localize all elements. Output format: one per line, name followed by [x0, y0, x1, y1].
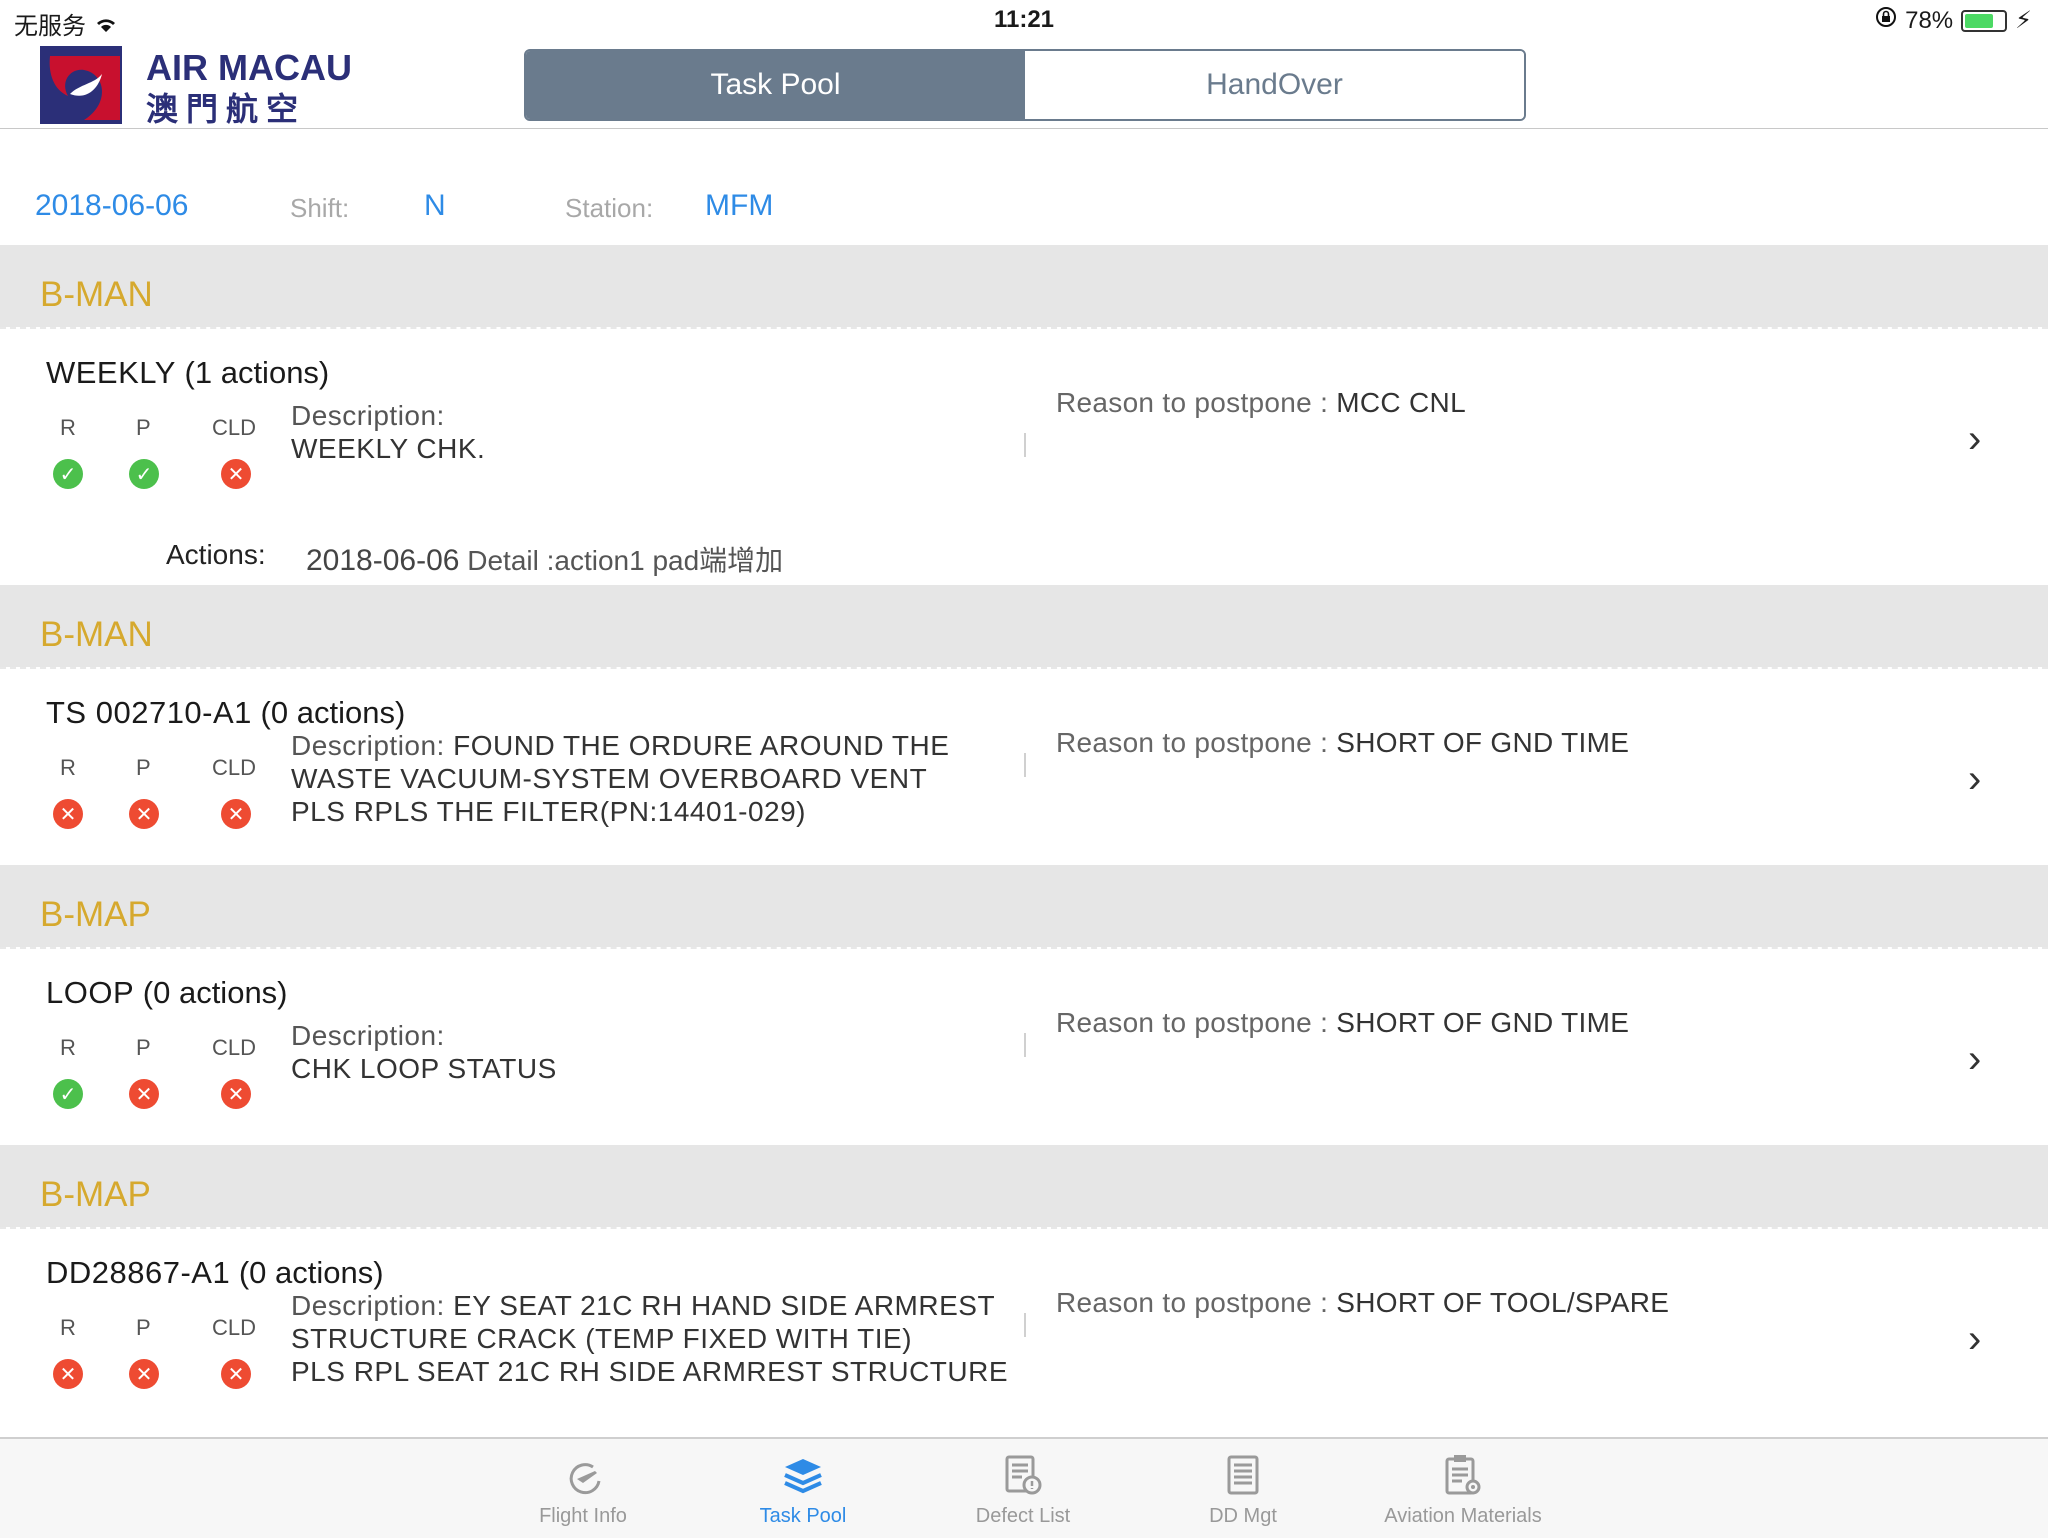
layers-icon [783, 1453, 823, 1497]
task-card[interactable]: TS 002710-A1 (0 actions) R P CLD ✕ ✕ ✕ D… [0, 669, 2048, 865]
error-icon: ✕ [221, 459, 251, 489]
column-divider [1024, 1033, 1026, 1057]
station-label: Station: [565, 193, 654, 223]
charging-icon: ⚡ [2015, 7, 2032, 34]
chevron-right-icon[interactable]: › [1968, 1317, 1981, 1362]
svg-text:澳門航空: 澳門航空 [146, 90, 306, 126]
cld-label: CLD [212, 755, 257, 780]
cld-label: CLD [212, 415, 257, 440]
error-icon: ✕ [221, 799, 251, 829]
station-selector[interactable]: MFM [705, 189, 773, 223]
status-right: 78% ⚡ [1875, 6, 2032, 35]
r-label: R [60, 415, 76, 440]
task-title: WEEKLY (1 actions) [46, 355, 330, 390]
task-description: Description: WEEKLY CHK. [291, 400, 486, 464]
shift-selector[interactable]: N [424, 189, 446, 223]
task-description: Description: CHK LOOP STATUS [291, 1020, 557, 1084]
clock: 11:21 [993, 6, 1055, 33]
tab-aviation-materials[interactable]: Aviation Materials [1363, 1453, 1563, 1528]
task-description: Description: EY SEAT 21C RH HAND SIDE AR… [291, 1290, 1009, 1387]
battery-percent: 78% [1905, 6, 1954, 34]
battery-icon [1961, 9, 2008, 32]
p-label: P [136, 1315, 151, 1340]
postpone-reason: Reason to postpone : SHORT OF GND TIME [1056, 1007, 1630, 1038]
task-title: TS 002710-A1 (0 actions) [46, 695, 406, 730]
task-list: B-MAN WEEKLY (1 actions) R P CLD ✓ ✓ ✕ D… [0, 245, 2048, 1437]
tab-task-pool[interactable]: Task Pool [703, 1453, 903, 1528]
p-label: P [136, 1035, 151, 1060]
chevron-right-icon[interactable]: › [1968, 1037, 1981, 1082]
tab-dd-mgt[interactable]: DD Mgt [1143, 1453, 1343, 1528]
tab-flight-info[interactable]: Flight Info [483, 1453, 683, 1528]
error-icon: ✕ [129, 1359, 159, 1389]
aircraft-header: B-MAN [0, 245, 2048, 327]
chevron-right-icon[interactable]: › [1968, 417, 1981, 462]
postpone-reason: Reason to postpone : MCC CNL [1056, 387, 1466, 418]
p-label: P [136, 415, 151, 440]
error-icon: ✕ [221, 1359, 251, 1389]
r-label: R [60, 1035, 76, 1060]
error-icon: ✕ [129, 799, 159, 829]
status-bar: 无服务 11:21 78% ⚡ [0, 0, 2048, 40]
r-label: R [60, 1315, 76, 1340]
column-divider [1024, 1313, 1026, 1337]
task-card[interactable]: LOOP (0 actions) R P CLD ✓ ✕ ✕ Descripti… [0, 949, 2048, 1145]
postpone-reason: Reason to postpone : SHORT OF GND TIME [1056, 727, 1630, 758]
defect-list-icon [1003, 1453, 1043, 1497]
postpone-reason: Reason to postpone : SHORT OF TOOL/SPARE [1056, 1287, 1670, 1318]
svg-text:AIR MACAU: AIR MACAU [146, 47, 352, 88]
segment-task-pool[interactable]: Task Pool [526, 51, 1025, 119]
cld-label: CLD [212, 1035, 257, 1060]
error-icon: ✕ [53, 1359, 83, 1389]
column-divider [1024, 753, 1026, 777]
check-icon: ✓ [129, 459, 159, 489]
error-icon: ✕ [221, 1079, 251, 1109]
tab-bar: Flight Info Task Pool Defect List DD Mgt… [0, 1437, 2048, 1538]
check-icon: ✓ [53, 459, 83, 489]
cld-label: CLD [212, 1315, 257, 1340]
filter-row: 2018-06-06 Shift: N Station: MFM [0, 129, 2048, 245]
task-description: Description: FOUND THE ORDURE AROUND THE… [291, 730, 950, 827]
flight-icon [563, 1453, 603, 1497]
task-title: DD28867-A1 (0 actions) [46, 1255, 384, 1290]
task-title: LOOP (0 actions) [46, 975, 288, 1010]
p-label: P [136, 755, 151, 780]
error-icon: ✕ [129, 1079, 159, 1109]
task-card[interactable]: DD28867-A1 (0 actions) R P CLD ✕ ✕ ✕ Des… [0, 1229, 2048, 1437]
clipboard-gear-icon [1443, 1453, 1483, 1497]
segmented-control: Task Pool HandOver [524, 49, 1526, 121]
air-macau-logo: AIR MACAU 澳門航空 [40, 44, 370, 128]
segment-handover[interactable]: HandOver [1025, 51, 1524, 119]
shift-label: Shift: [290, 193, 350, 223]
tab-defect-list[interactable]: Defect List [923, 1453, 1123, 1528]
aircraft-header: B-MAP [0, 865, 2048, 947]
actions-row: Actions: 2018-06-06 Detail :action1 pad端… [166, 539, 784, 577]
document-icon [1223, 1453, 1263, 1497]
aircraft-header: B-MAN [0, 585, 2048, 667]
task-card[interactable]: WEEKLY (1 actions) R P CLD ✓ ✓ ✕ Descrip… [0, 329, 2048, 585]
check-icon: ✓ [53, 1079, 83, 1109]
chevron-right-icon[interactable]: › [1968, 757, 1981, 802]
r-label: R [60, 755, 76, 780]
rotation-lock-icon [1875, 6, 1897, 35]
column-divider [1024, 433, 1026, 457]
aircraft-header: B-MAP [0, 1145, 2048, 1227]
date-picker[interactable]: 2018-06-06 [35, 189, 188, 223]
error-icon: ✕ [53, 799, 83, 829]
